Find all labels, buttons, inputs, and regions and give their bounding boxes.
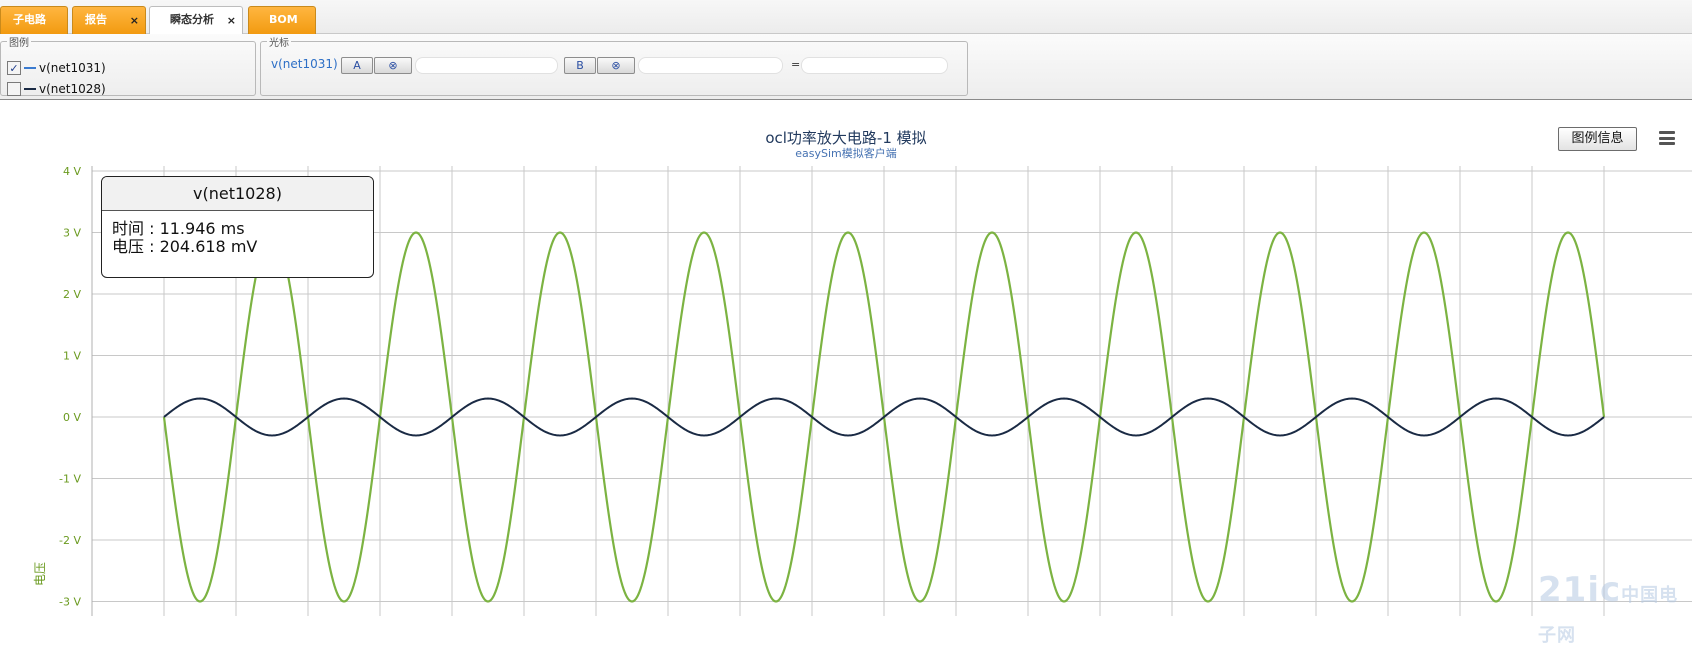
legend-item-net1028[interactable]: v(net1028): [7, 80, 106, 98]
y-tick-label: 4 V: [63, 165, 81, 178]
y-tick-label: 0 V: [63, 411, 81, 424]
equals-sign: =: [791, 58, 801, 71]
legend-panel-title: 图例: [9, 38, 29, 49]
cursor-b-button[interactable]: B: [564, 57, 596, 74]
tooltip-voltage: 电压 : 204.618 mV: [112, 237, 258, 256]
tab-subcircuit[interactable]: 子电路: [0, 6, 68, 34]
legend-item-label: v(net1028): [39, 82, 106, 96]
tab-label: 报告: [85, 13, 107, 26]
close-icon[interactable]: ×: [227, 8, 236, 34]
y-tick-label: 3 V: [63, 227, 81, 240]
hamburger-icon[interactable]: [1656, 128, 1678, 148]
legend-item-net1031[interactable]: ✓ v(net1031): [7, 59, 106, 77]
series-swatch: [24, 67, 36, 69]
tab-label: 瞬态分析: [170, 13, 214, 26]
y-tick-label: 1 V: [63, 350, 81, 363]
watermark-logo: 21ic中国电子网: [1538, 570, 1679, 646]
tooltip-time: 时间 : 11.946 ms: [112, 219, 245, 238]
tooltip-series-name: v(net1028): [102, 177, 373, 211]
y-axis-ticks: 4 V 3 V 2 V 1 V 0 V -1 V -2 V -3 V: [59, 165, 81, 609]
tab-bom[interactable]: BOM: [248, 6, 316, 34]
series-swatch: [24, 88, 36, 90]
cursor-diff-value-field[interactable]: [801, 57, 948, 74]
close-icon[interactable]: ×: [130, 8, 139, 34]
cursor-a-button[interactable]: A: [341, 57, 373, 74]
y-tick-label: -2 V: [59, 534, 81, 547]
checkbox-unchecked-icon[interactable]: [7, 82, 21, 96]
cursor-b-clear-button[interactable]: ⊗: [597, 57, 635, 74]
tab-label: 子电路: [13, 13, 46, 26]
y-tick-label: -3 V: [59, 596, 81, 609]
tab-transient-analysis[interactable]: 瞬态分析 ×: [149, 6, 243, 35]
cursor-a-value-field[interactable]: [415, 57, 558, 74]
tab-report[interactable]: 报告 ×: [72, 6, 146, 34]
cursor-a-clear-button[interactable]: ⊗: [374, 57, 412, 74]
y-tick-label: 2 V: [63, 288, 81, 301]
legend-item-label: v(net1031): [39, 61, 106, 75]
cursor-panel-title: 光标: [269, 38, 289, 49]
y-axis-label: 电压: [33, 562, 47, 586]
cursor-b-value-field[interactable]: [638, 57, 783, 74]
toolbar: 图例 ✓ v(net1031) v(net1028) 光标 v(net1031)…: [0, 34, 1692, 100]
legend-info-button[interactable]: 图例信息: [1558, 127, 1637, 151]
tab-bar: 子电路 报告 × 瞬态分析 × BOM: [0, 0, 1692, 35]
tab-label: BOM: [269, 13, 298, 26]
legend-panel: 图例 ✓ v(net1031) v(net1028): [0, 34, 256, 96]
checkbox-checked-icon[interactable]: ✓: [7, 61, 21, 75]
y-tick-label: -1 V: [59, 473, 81, 486]
cursor-signal-label[interactable]: v(net1031): [271, 57, 338, 71]
cursor-panel: 光标 v(net1031) A ⊗ B ⊗ =: [260, 34, 968, 96]
data-tooltip: v(net1028) 时间 : 11.946 ms 电压 : 204.618 m…: [101, 176, 374, 278]
